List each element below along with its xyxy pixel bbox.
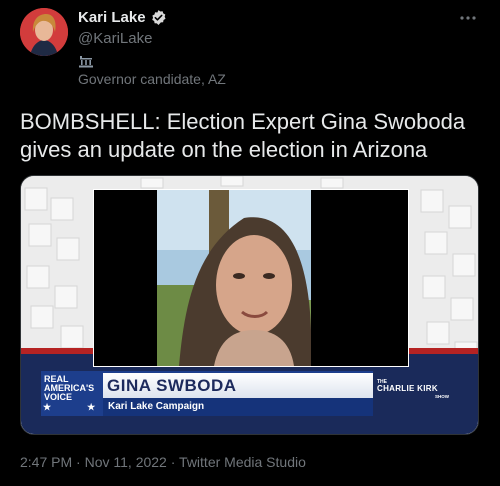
video-frame: [93, 189, 409, 367]
network-logo-line: VOICE: [44, 392, 73, 402]
separator: ·: [170, 454, 176, 470]
show-logo: THE CHARLIE KIRK SHOW: [373, 371, 461, 416]
tweet-time[interactable]: 2:47 PM: [20, 454, 72, 470]
author-name[interactable]: Kari Lake: [78, 9, 167, 26]
lower-third: REAL AMERICA'S VOICE ★★ GINA SWBODA Kari…: [41, 371, 461, 416]
speaker-subtitle: Kari Lake Campaign: [108, 401, 205, 412]
affiliation-label[interactable]: Governor candidate, AZ: [78, 71, 226, 87]
government-building-icon: [79, 56, 93, 68]
avatar[interactable]: [20, 8, 68, 56]
show-logo-main: CHARLIE KIRK: [377, 384, 438, 393]
tweet-date[interactable]: Nov 11, 2022: [85, 454, 167, 470]
verified-badge-icon: [151, 10, 166, 25]
show-logo-bottom: SHOW: [435, 394, 449, 399]
separator: ·: [76, 454, 81, 470]
video-player[interactable]: REAL AMERICA'S VOICE ★★ GINA SWBODA Kari…: [20, 175, 479, 435]
tweet-timestamp: 2:47 PM · Nov 11, 2022 · Twitter Media S…: [20, 454, 306, 470]
speaker-name: GINA SWBODA: [107, 376, 237, 395]
author-name-text: Kari Lake: [78, 9, 146, 26]
tweet-text-line: BOMBSHELL: Election Expert Gina Swoboda: [20, 109, 466, 134]
speaker-video-still: [94, 190, 408, 366]
tweet-text-line: gives an update on the election in Arizo…: [20, 137, 428, 162]
tweet-text: BOMBSHELL: Election Expert Gina Swoboda …: [20, 108, 490, 164]
tweet-source[interactable]: Twitter Media Studio: [179, 454, 306, 470]
speaker-subtitle-bar: Kari Lake Campaign: [103, 398, 373, 416]
network-logo: REAL AMERICA'S VOICE ★★: [41, 371, 103, 416]
star-icon: ★★: [43, 402, 132, 412]
author-handle[interactable]: @KariLake: [78, 30, 152, 47]
avatar-photo: [20, 8, 68, 56]
speaker-name-bar: GINA SWBODA: [103, 371, 373, 398]
more-options-icon[interactable]: [458, 9, 478, 27]
